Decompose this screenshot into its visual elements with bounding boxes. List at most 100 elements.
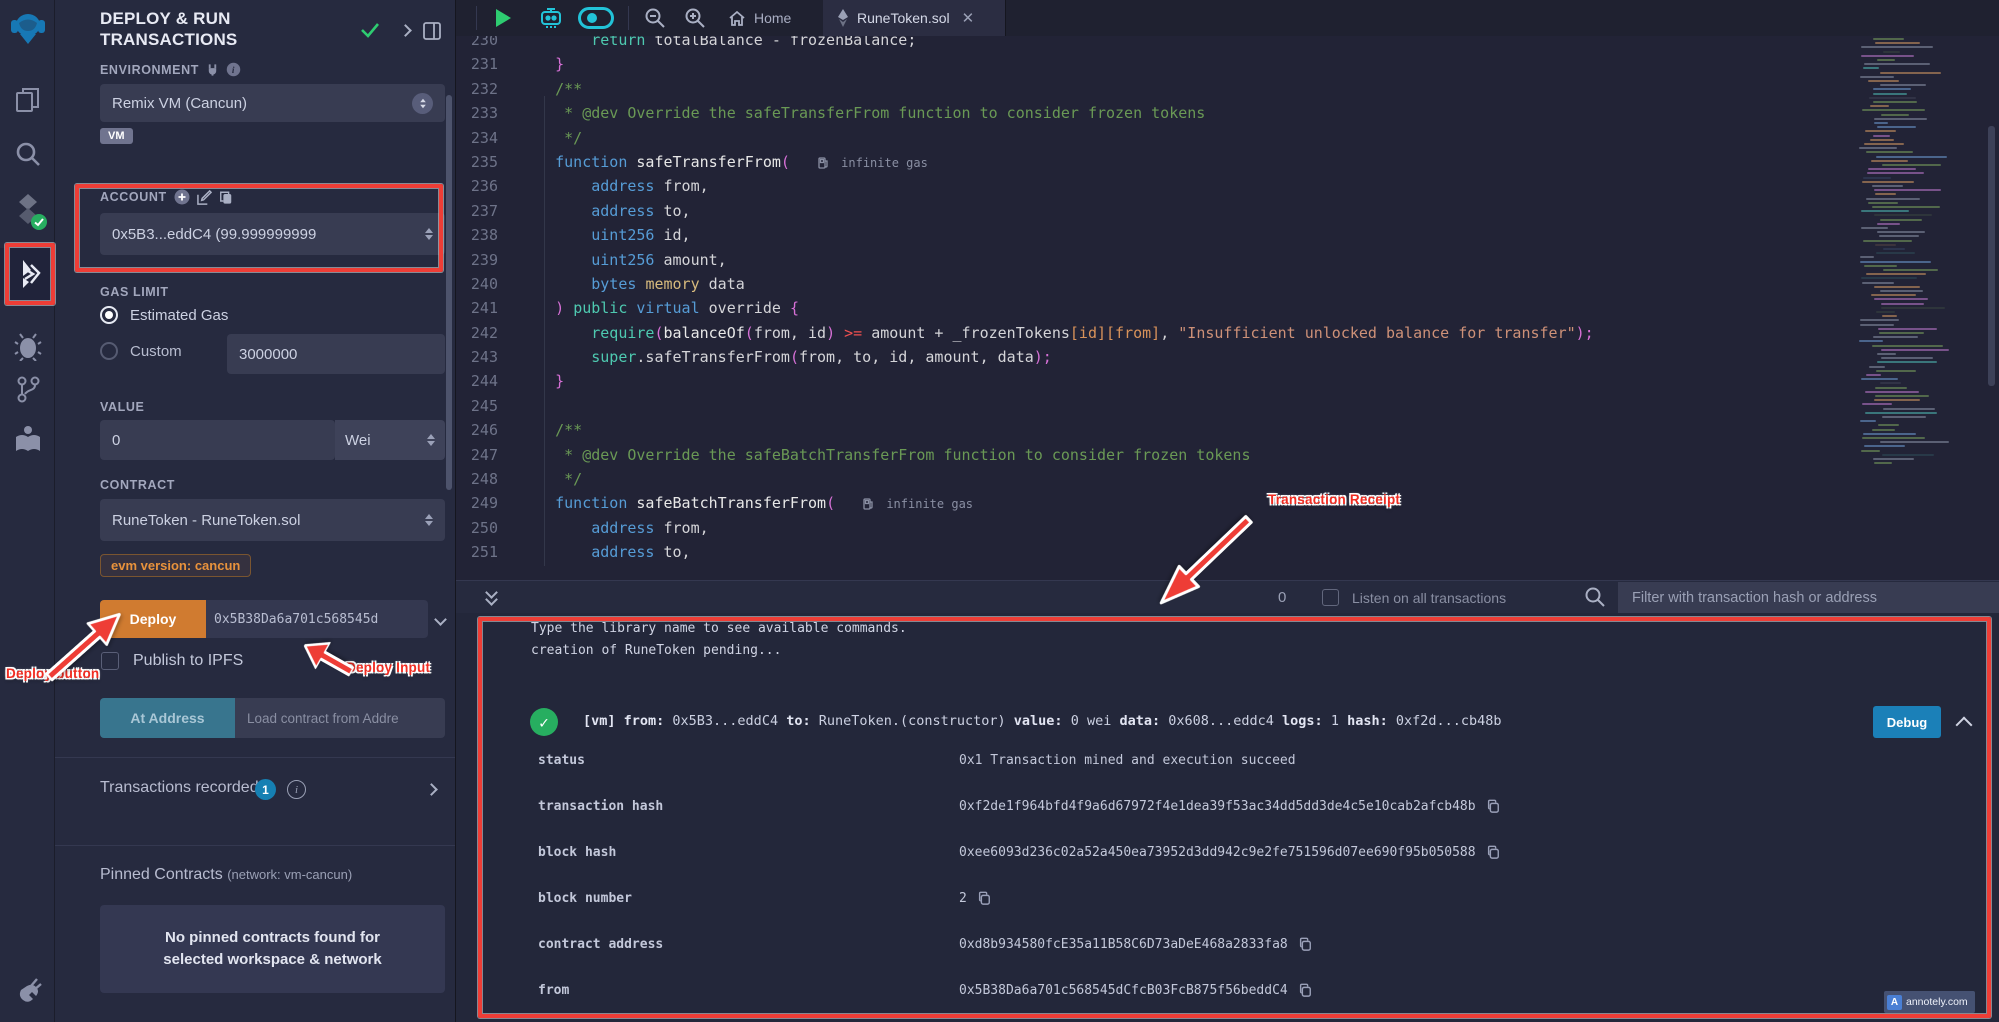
run-script-icon[interactable] (494, 0, 512, 36)
code-line-235[interactable]: 235 function safeTransferFrom( infinite … (456, 150, 1999, 174)
gas-estimate-annotation: infinite gas (818, 156, 928, 170)
debugger-icon[interactable] (0, 328, 55, 364)
zoom-in-icon[interactable] (684, 0, 706, 36)
code-line-250[interactable]: 250 address from, (456, 516, 1999, 540)
contract-select[interactable]: RuneToken - RuneToken.sol (100, 499, 445, 541)
solidity-file-icon (837, 9, 849, 27)
code-line-238[interactable]: 238 uint256 id, (456, 223, 1999, 247)
editor-scrollbar[interactable] (1988, 126, 1995, 386)
transactions-info-icon[interactable]: i (287, 780, 306, 799)
estimated-gas-option[interactable]: Estimated Gas (100, 306, 228, 324)
deploy-constructor-input[interactable] (206, 600, 428, 638)
panel-collapse-chevron-icon[interactable] (399, 24, 412, 37)
code-line-248[interactable]: 248 */ (456, 467, 1999, 491)
minimap-line (1883, 51, 1900, 53)
minimap-line (1876, 311, 1895, 313)
contract-stepper-icon[interactable] (425, 514, 433, 526)
copy-account-icon[interactable] (219, 190, 233, 205)
copy-icon[interactable] (977, 891, 991, 905)
code-line-242[interactable]: 242 require(balanceOf(from, id) >= amoun… (456, 321, 1999, 345)
edit-account-icon[interactable] (197, 190, 212, 205)
panel-scrollbar[interactable] (446, 95, 452, 490)
collapse-receipt-chevron-icon[interactable] (1956, 717, 1973, 734)
publish-ipfs-option[interactable]: Publish to IPFS (101, 652, 243, 670)
code-line-241[interactable]: 241 ) public virtual override { (456, 296, 1999, 320)
deploy-button[interactable]: Deploy (100, 600, 206, 638)
custom-gas-option[interactable]: Custom (100, 342, 182, 360)
copy-icon[interactable] (1486, 799, 1500, 813)
code-line-237[interactable]: 237 address to, (456, 199, 1999, 223)
git-plugin-icon[interactable] (0, 372, 55, 408)
code-line-249[interactable]: 249 function safeBatchTransferFrom( infi… (456, 491, 1999, 515)
listen-all-checkbox[interactable] (1322, 589, 1339, 606)
environment-info-icon[interactable]: i (226, 62, 241, 77)
value-unit-select[interactable]: Wei (335, 420, 445, 460)
receipt-key: block hash (538, 845, 959, 860)
icon-rail (0, 0, 55, 1022)
code-line-240[interactable]: 240 bytes memory data (456, 272, 1999, 296)
pin-panel-icon[interactable] (423, 22, 441, 40)
copy-icon[interactable] (1298, 983, 1312, 997)
plugin-manager-icon[interactable] (0, 972, 55, 1010)
copy-icon[interactable] (1298, 937, 1312, 951)
line-number: 238 (456, 223, 498, 247)
deploy-expand-chevron-icon[interactable] (434, 613, 447, 626)
receipt-value: 0x1 Transaction mined and execution succ… (959, 753, 1296, 768)
code-line-245[interactable]: 245 (456, 394, 1999, 418)
svg-text:i: i (232, 66, 235, 76)
terminal-filter-input[interactable] (1618, 582, 1999, 614)
zoom-out-icon[interactable] (644, 0, 666, 36)
code-line-230[interactable]: 230 return totalBalance - frozenBalance; (456, 36, 1999, 52)
line-number: 248 (456, 467, 498, 491)
solidity-compiler-icon[interactable] (0, 190, 55, 230)
terminal-search-icon[interactable] (1584, 586, 1606, 608)
code-line-233[interactable]: 233 * @dev Override the safeTransferFrom… (456, 101, 1999, 125)
tx-summary[interactable]: [vm] from: 0x5B3...eddC4 to: RuneToken.(… (583, 713, 1502, 729)
publish-ipfs-checkbox[interactable] (101, 652, 119, 670)
tab-runetoken-sol[interactable]: RuneToken.sol ✕ (823, 0, 1006, 36)
add-account-icon[interactable] (174, 189, 190, 205)
code-line-236[interactable]: 236 address from, (456, 174, 1999, 198)
at-address-input[interactable] (235, 698, 445, 738)
value-unit-stepper-icon[interactable] (427, 434, 435, 446)
debug-button[interactable]: Debug (1873, 706, 1941, 738)
code-line-246[interactable]: 246 /** (456, 418, 1999, 442)
environment-stepper-icon[interactable] (412, 93, 433, 114)
account-stepper-icon[interactable] (425, 228, 433, 240)
code-line-234[interactable]: 234 */ (456, 126, 1999, 150)
minimap-line (1864, 143, 1904, 145)
code-line-243[interactable]: 243 super.safeTransferFrom(from, to, id,… (456, 345, 1999, 369)
code-line-239[interactable]: 239 uint256 amount, (456, 248, 1999, 272)
code-line-251[interactable]: 251 address to, (456, 540, 1999, 564)
minimap-line (1882, 164, 1941, 166)
minimap-line (1874, 462, 1892, 464)
custom-gas-input[interactable] (227, 334, 445, 374)
minimap-line (1868, 80, 1899, 82)
deploy-run-icon[interactable] (0, 248, 55, 300)
account-select[interactable]: 0x5B3...eddC4 (99.999999999 (100, 213, 445, 255)
code-editor[interactable]: 230 return totalBalance - frozenBalance;… (456, 36, 1999, 580)
expand-terminal-icon[interactable] (484, 588, 500, 606)
tab-home[interactable]: Home (714, 0, 805, 36)
minimap[interactable] (1859, 36, 1955, 466)
close-tab-icon[interactable]: ✕ (962, 9, 975, 27)
file-explorer-icon[interactable] (0, 82, 55, 118)
ai-assistant-robot-icon[interactable] (538, 0, 564, 36)
at-address-button[interactable]: At Address (100, 698, 235, 738)
ai-copilot-toggle-icon[interactable] (578, 0, 614, 36)
plug-small-icon[interactable] (206, 63, 219, 77)
value-input[interactable] (100, 420, 335, 460)
search-icon[interactable] (0, 137, 55, 171)
learneth-icon[interactable] (0, 420, 55, 458)
environment-label: ENVIRONMENT i (100, 62, 241, 77)
code-line-231[interactable]: 231 } (456, 52, 1999, 76)
copy-icon[interactable] (1486, 845, 1500, 859)
transactions-expand-chevron-icon[interactable] (425, 783, 438, 796)
remix-logo[interactable] (0, 8, 55, 48)
custom-gas-radio[interactable] (100, 342, 118, 360)
environment-select[interactable]: Remix VM (Cancun) (100, 84, 445, 122)
code-line-232[interactable]: 232 /** (456, 77, 1999, 101)
estimated-gas-radio[interactable] (100, 306, 118, 324)
code-line-247[interactable]: 247 * @dev Override the safeBatchTransfe… (456, 443, 1999, 467)
code-line-244[interactable]: 244 } (456, 369, 1999, 393)
